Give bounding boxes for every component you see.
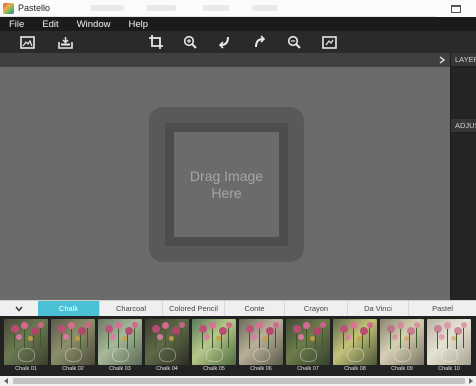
filter-preview-image — [192, 319, 236, 365]
tab-da-vinci[interactable]: Da Vinci — [347, 301, 408, 317]
adjustments-panel-header[interactable]: ADJUSTMENTS — [451, 119, 476, 133]
zoom-out-icon — [287, 35, 301, 49]
app-logo-icon — [3, 2, 14, 14]
menu-help[interactable]: Help — [119, 19, 157, 30]
undo-button[interactable] — [215, 33, 235, 51]
title-bar: Pastello — [0, 0, 476, 17]
tab-charcoal[interactable]: Charcoal — [99, 301, 162, 317]
filter-thumbnail[interactable]: Chalk 10 — [427, 319, 471, 375]
save-image-icon — [57, 36, 73, 49]
zoom-out-button[interactable] — [284, 33, 304, 51]
background-window-ghost — [252, 5, 278, 11]
scroll-left-icon — [3, 378, 8, 384]
scrollbar-thumb[interactable] — [13, 378, 465, 384]
filter-thumbnail[interactable]: Chalk 07 — [286, 319, 330, 375]
window-title: Pastello — [18, 3, 51, 13]
filter-thumbnail[interactable]: Chalk 05 — [192, 319, 236, 375]
menu-file[interactable]: File — [0, 19, 33, 30]
filter-thumbnail-label: Chalk 06 — [250, 366, 272, 372]
drop-zone[interactable]: Drag Image Here — [149, 107, 304, 262]
filter-preview-image — [51, 319, 95, 365]
crop-icon — [149, 35, 163, 49]
filter-thumbnail-label: Chalk 03 — [109, 366, 131, 372]
scroll-left-button[interactable] — [0, 376, 12, 386]
chevron-right-icon — [439, 56, 445, 64]
menu-bar: File Edit Window Help — [0, 17, 476, 31]
redo-button[interactable] — [250, 33, 270, 51]
background-window-ghost — [146, 5, 176, 11]
maximize-icon — [451, 4, 461, 13]
filter-category-tabs: Chalk Charcoal Colored Pencil Conte Cray… — [0, 300, 476, 317]
filter-thumbnail[interactable]: Chalk 04 — [145, 319, 189, 375]
filter-thumbnail[interactable]: Chalk 03 — [98, 319, 142, 375]
filter-thumbnail-label: Chalk 07 — [297, 366, 319, 372]
scroll-right-icon — [468, 378, 473, 384]
menu-window[interactable]: Window — [68, 19, 120, 30]
filter-thumbnail[interactable]: Chalk 02 — [51, 319, 95, 375]
filter-thumbnail-label: Chalk 08 — [344, 366, 366, 372]
filter-thumbnail[interactable]: Chalk 01 — [4, 319, 48, 375]
filter-preview-image — [98, 319, 142, 365]
filter-thumbnail-label: Chalk 09 — [391, 366, 413, 372]
chevron-down-icon — [15, 306, 23, 312]
filter-preview-image — [286, 319, 330, 365]
tab-pastel[interactable]: Pastel — [408, 301, 476, 317]
redo-icon — [255, 35, 266, 48]
filter-thumbnail-label: Chalk 04 — [156, 366, 178, 372]
filter-preview-image — [145, 319, 189, 365]
filter-thumbnail-label: Chalk 02 — [62, 366, 84, 372]
drop-zone-label: Drag Image Here — [189, 167, 264, 201]
fit-view-icon — [321, 35, 337, 49]
tab-chalk[interactable]: Chalk — [38, 301, 99, 317]
filter-thumbnail-label: Chalk 10 — [438, 366, 460, 372]
canvas-header-strip — [0, 53, 450, 67]
filter-preview-image — [427, 319, 471, 365]
filter-preview-image — [239, 319, 283, 365]
menu-edit[interactable]: Edit — [33, 19, 67, 30]
adjustments-panel-body — [451, 133, 476, 300]
collapse-panel-button[interactable] — [436, 53, 448, 67]
filter-thumbnail-strip: Chalk 01 Chalk 02 Chalk 03 Chalk 04 Chalk 05… — [0, 316, 476, 376]
filter-thumbnail[interactable]: Chalk 06 — [239, 319, 283, 375]
scroll-right-button[interactable] — [464, 376, 476, 386]
fit-view-button[interactable] — [319, 33, 339, 51]
image-canvas[interactable]: Drag Image Here — [0, 53, 450, 300]
toggle-filmstrip-button[interactable] — [0, 301, 38, 317]
tab-colored-pencil[interactable]: Colored Pencil — [162, 301, 224, 317]
open-image-button[interactable] — [17, 33, 37, 51]
toolbar — [0, 31, 476, 53]
zoom-in-icon — [183, 35, 197, 49]
filter-thumbnail-label: Chalk 05 — [203, 366, 225, 372]
filter-thumbnail-label: Chalk 01 — [15, 366, 37, 372]
maximize-button[interactable] — [436, 0, 476, 17]
filter-thumbnail[interactable]: Chalk 08 — [333, 319, 377, 375]
layers-panel-header[interactable]: LAYERS — [451, 53, 476, 67]
background-window-ghost — [203, 5, 229, 11]
zoom-in-button[interactable] — [180, 33, 200, 51]
filter-preview-image — [333, 319, 377, 365]
save-image-button[interactable] — [55, 33, 75, 51]
thumbnail-scrollbar[interactable] — [0, 376, 476, 386]
filter-preview-image — [380, 319, 424, 365]
crop-button[interactable] — [146, 33, 166, 51]
tab-crayon[interactable]: Crayon — [284, 301, 347, 317]
undo-icon — [218, 36, 229, 49]
side-panel: LAYERS ADJUSTMENTS — [450, 53, 476, 300]
layers-panel-body — [451, 67, 476, 119]
background-window-ghost — [90, 5, 124, 11]
tab-conte[interactable]: Conte — [224, 301, 284, 317]
filter-preview-image — [4, 319, 48, 365]
filter-thumbnail[interactable]: Chalk 09 — [380, 319, 424, 375]
open-image-icon — [19, 35, 35, 49]
